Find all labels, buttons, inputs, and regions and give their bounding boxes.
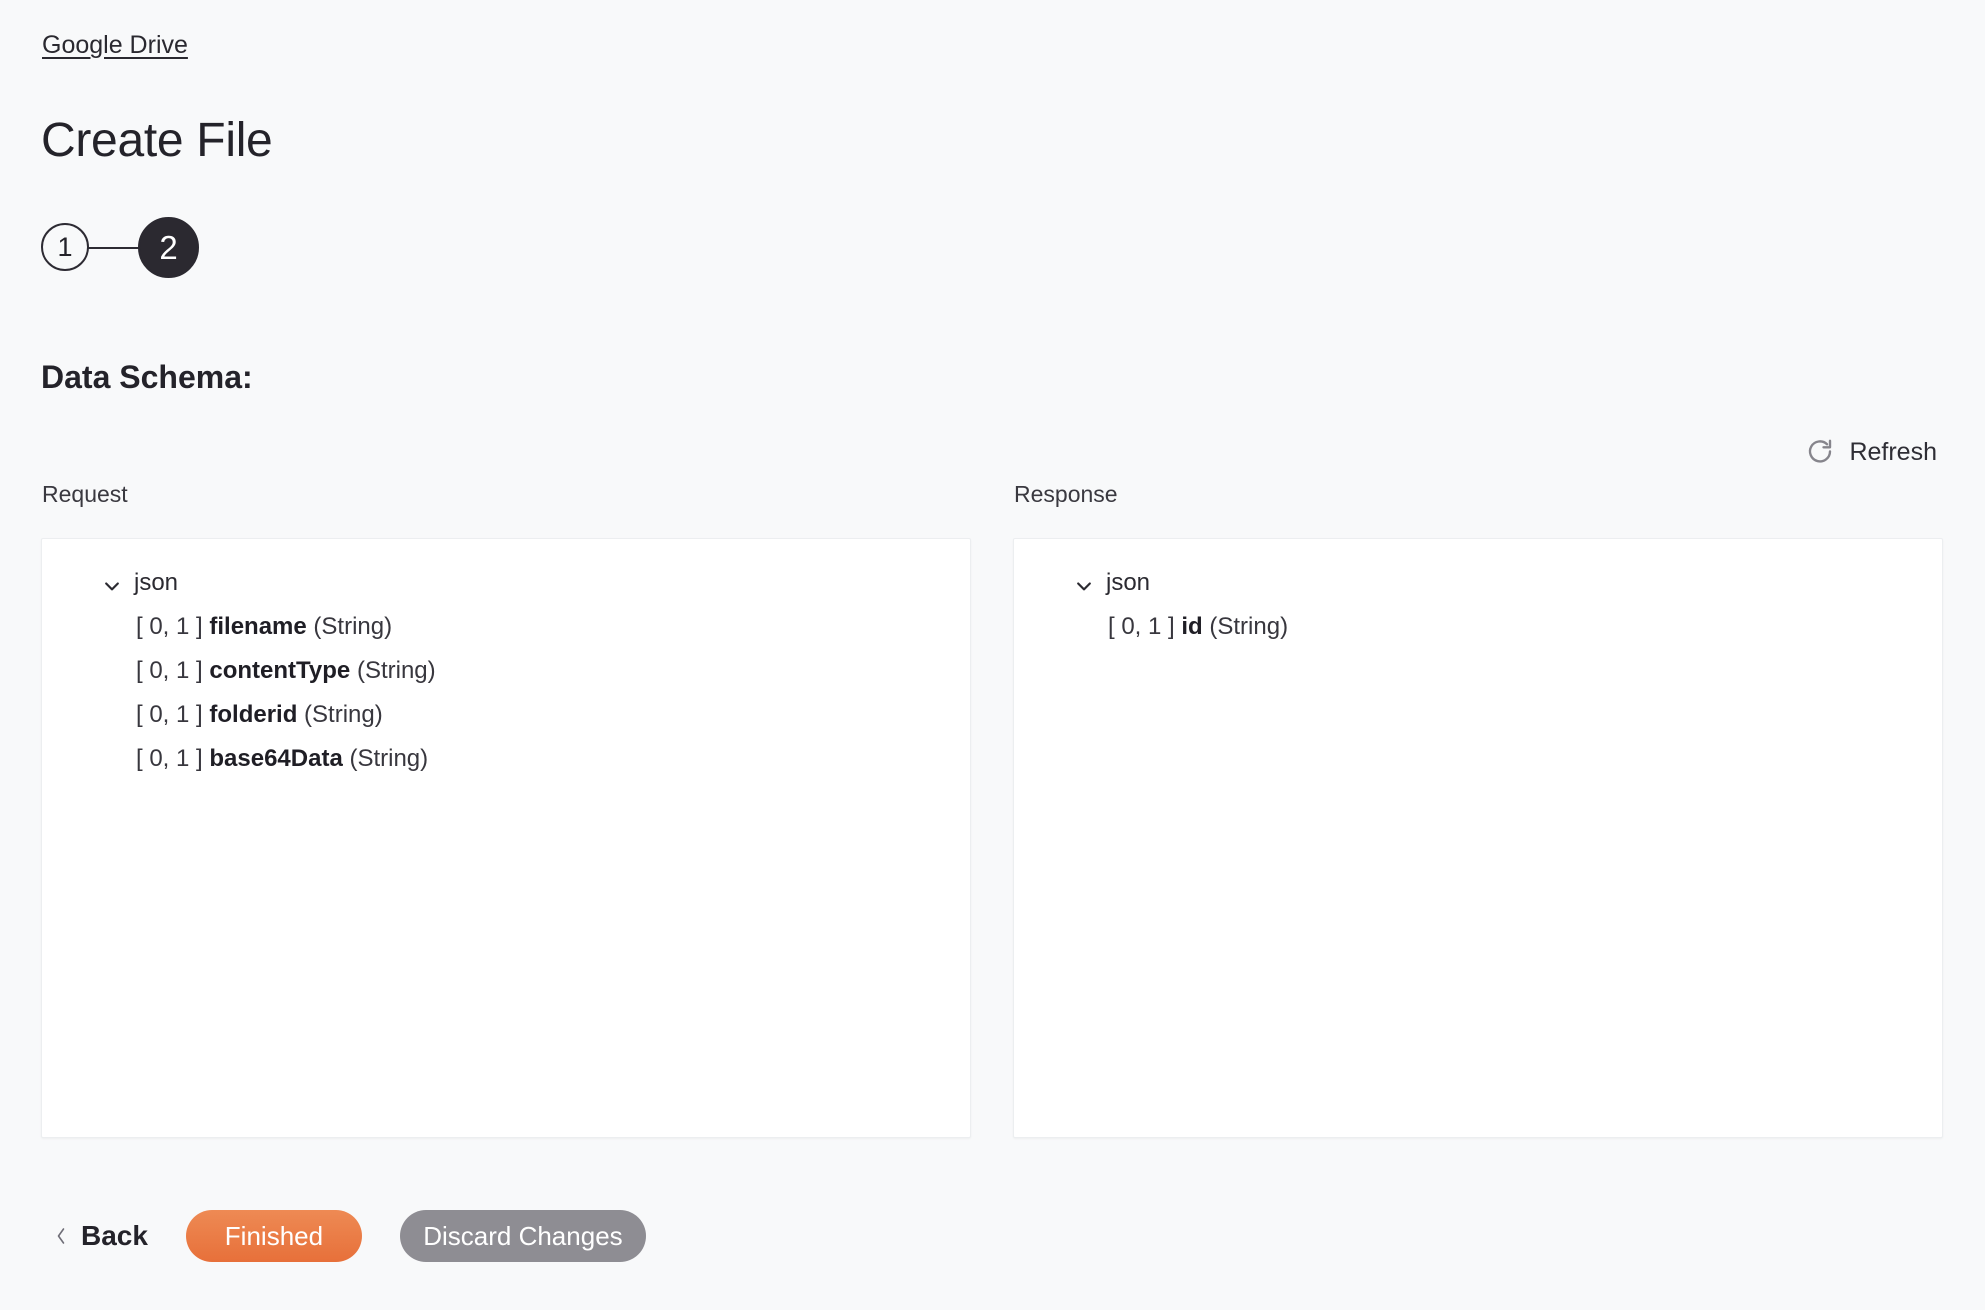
response-field-type: (String) bbox=[1209, 613, 1289, 640]
back-button[interactable]: Back bbox=[41, 1219, 186, 1253]
refresh-button[interactable]: Refresh bbox=[1805, 437, 1937, 467]
request-field-type: (String) bbox=[313, 613, 393, 640]
request-label: Request bbox=[42, 481, 128, 507]
request-column: Request json [0, 1] filename (String) … bbox=[41, 480, 971, 1140]
stepper-step-2[interactable]: 2 bbox=[138, 217, 199, 278]
request-tree-root-json[interactable]: json bbox=[42, 561, 970, 605]
response-field-name: id bbox=[1181, 613, 1203, 640]
request-field-name: contentType bbox=[209, 657, 351, 684]
request-field-cardinality: [ 0, 1 ] bbox=[136, 745, 203, 772]
request-field-name: filename bbox=[209, 613, 307, 640]
response-tree-root-json[interactable]: json bbox=[1014, 561, 1942, 605]
schema-columns: Request json [0, 1] filename (String) … bbox=[41, 480, 1943, 1140]
request-field-contenttype: [ 0, 1 ] contentType (String) bbox=[42, 649, 970, 693]
finished-button[interactable]: Finished bbox=[185, 1210, 362, 1262]
response-tree-children: [ 0, 1 ] id (String) bbox=[1014, 605, 1942, 649]
section-heading-data-schema: Data Schema: bbox=[41, 359, 253, 395]
response-schema-panel: json [ 0, 1 ] id (String) bbox=[1013, 538, 1943, 1138]
back-label: Back bbox=[81, 1220, 148, 1251]
refresh-icon bbox=[1805, 437, 1835, 467]
chevron-down-icon[interactable] bbox=[102, 573, 122, 593]
stepper: 1 2 bbox=[41, 210, 281, 286]
request-field-cardinality: [ 0, 1 ] bbox=[136, 657, 203, 684]
discard-changes-button[interactable]: Discard Changes bbox=[399, 1210, 646, 1262]
response-tree: json [ 0, 1 ] id (String) bbox=[1014, 561, 1942, 649]
request-field-folderid: [ 0, 1 ] folderid (String) bbox=[42, 693, 970, 737]
request-tree: json [ 0, 1 ] filename (String) [ 0, 1 ]… bbox=[42, 561, 970, 781]
chevron-left-icon bbox=[53, 1224, 68, 1248]
page-title: Create File bbox=[41, 114, 273, 167]
breadcrumb-google-drive[interactable]: Google Drive bbox=[42, 30, 188, 60]
refresh-label: Refresh bbox=[1849, 438, 1937, 466]
request-tree-root-label: json bbox=[134, 569, 179, 596]
request-field-name: folderid bbox=[209, 701, 298, 728]
request-field-cardinality: [ 0, 1 ] bbox=[136, 613, 203, 640]
footer-actions: Back Finished Discard Changes bbox=[41, 1206, 646, 1266]
response-field-cardinality: [ 0, 1 ] bbox=[1108, 613, 1175, 640]
request-field-type: (String) bbox=[304, 701, 383, 728]
response-field-id: [ 0, 1 ] id (String) bbox=[1014, 605, 1942, 649]
chevron-down-icon[interactable] bbox=[1074, 573, 1094, 593]
response-column: Response json [0, 1] id (String) bbox=[1013, 480, 1943, 1140]
response-tree-root-label: json bbox=[1106, 569, 1151, 596]
request-field-name: base64Data bbox=[209, 745, 343, 772]
request-field-cardinality: [ 0, 1 ] bbox=[136, 701, 203, 728]
create-file-page: Google Drive Create File 1 2 Data Schema… bbox=[0, 0, 1985, 1310]
request-field-type: (String) bbox=[356, 657, 436, 684]
request-schema-panel: json [ 0, 1 ] filename (String) [ 0, 1 ]… bbox=[41, 538, 971, 1138]
request-field-base64data: [ 0, 1 ] base64Data (String) bbox=[42, 737, 970, 781]
request-field-filename: [ 0, 1 ] filename (String) bbox=[42, 605, 970, 649]
response-label: Response bbox=[1014, 481, 1118, 507]
request-field-type: (String) bbox=[349, 745, 429, 772]
request-tree-children: [ 0, 1 ] filename (String) [ 0, 1 ] cont… bbox=[42, 605, 970, 781]
stepper-step-1[interactable]: 1 bbox=[41, 223, 89, 271]
